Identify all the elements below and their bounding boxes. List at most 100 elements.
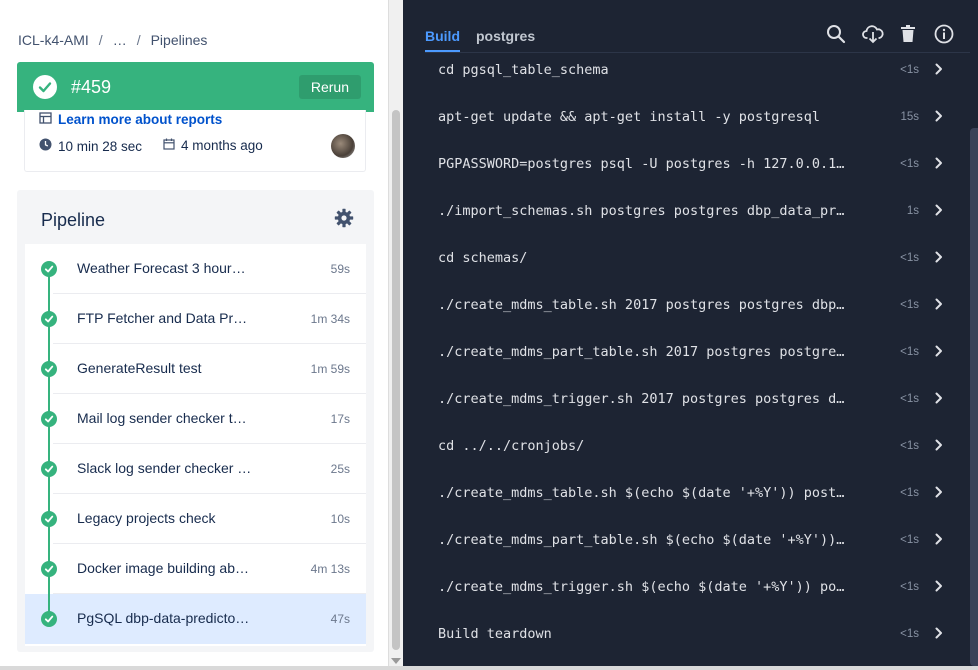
- chevron-right-icon[interactable]: [935, 391, 943, 409]
- pipeline-step[interactable]: GenerateResult test 1m 59s: [25, 344, 366, 394]
- log-step-row[interactable]: cd pgsql_table_schema <1s: [403, 62, 963, 109]
- log-step-row[interactable]: ./create_mdms_part_table.sh $(echo $(dat…: [403, 532, 963, 579]
- chevron-right-icon[interactable]: [935, 62, 943, 80]
- log-step-row[interactable]: ./create_mdms_table.sh $(echo $(date '+%…: [403, 485, 963, 532]
- log-step-row[interactable]: ./create_mdms_trigger.sh $(echo $(date '…: [403, 579, 963, 626]
- log-duration: <1s: [900, 158, 919, 170]
- log-command: ./create_mdms_table.sh 2017 postgres pos…: [438, 297, 845, 313]
- report-icon: [39, 112, 52, 127]
- sidebar-scrollbar[interactable]: [388, 0, 403, 666]
- pipeline-step[interactable]: Legacy projects check 10s: [25, 494, 366, 544]
- log-duration: <1s: [900, 393, 919, 405]
- chevron-right-icon[interactable]: [935, 156, 943, 174]
- pipeline-step[interactable]: Mail log sender checker t… 17s: [25, 394, 366, 444]
- step-name: Docker image building ab…: [77, 560, 249, 576]
- pipeline-card: Pipeline Weather Forecast 3 hour… 59s FTP …: [17, 190, 374, 652]
- breadcrumb-repo[interactable]: ICL-k4-AMI: [18, 32, 89, 48]
- pipeline-step[interactable]: Weather Forecast 3 hour… 59s: [25, 244, 366, 294]
- chevron-right-icon[interactable]: [935, 203, 943, 221]
- chevron-right-icon[interactable]: [935, 485, 943, 503]
- info-icon[interactable]: [934, 24, 954, 44]
- build-duration: 10 min 28 sec: [39, 138, 142, 154]
- log-duration: <1s: [900, 581, 919, 593]
- step-name: Weather Forecast 3 hour…: [77, 260, 246, 276]
- download-icon[interactable]: [862, 24, 884, 44]
- log-step-row[interactable]: PGPASSWORD=postgres psql -U postgres -h …: [403, 156, 963, 203]
- chevron-right-icon[interactable]: [935, 109, 943, 127]
- log-duration: <1s: [900, 628, 919, 640]
- log-duration: 15s: [900, 111, 919, 123]
- chevron-right-icon[interactable]: [935, 438, 943, 456]
- step-duration: 59s: [330, 262, 350, 276]
- log-step-row[interactable]: cd schemas/ <1s: [403, 250, 963, 297]
- log-duration: <1s: [900, 534, 919, 546]
- breadcrumb-pipelines[interactable]: Pipelines: [151, 32, 208, 48]
- log-duration: <1s: [900, 487, 919, 499]
- pipeline-step-list: Weather Forecast 3 hour… 59s FTP Fetcher a…: [25, 244, 366, 646]
- step-success-icon: [41, 261, 57, 277]
- log-toolbar: [826, 24, 954, 44]
- chevron-right-icon[interactable]: [935, 250, 943, 268]
- step-success-icon: [41, 611, 57, 627]
- rerun-button[interactable]: Rerun: [298, 75, 361, 99]
- build-status-banner: #459 Rerun: [17, 62, 374, 112]
- pipeline-step[interactable]: Docker image building ab… 4m 13s: [25, 544, 366, 594]
- log-step-row[interactable]: Build teardown <1s: [403, 626, 963, 666]
- chevron-right-icon[interactable]: [935, 297, 943, 315]
- step-duration: 1m 34s: [310, 312, 350, 326]
- step-name: Mail log sender checker t…: [77, 410, 247, 426]
- step-name: Slack log sender checker …: [77, 460, 252, 476]
- step-success-icon: [41, 461, 57, 477]
- tab-postgres[interactable]: postgres: [476, 28, 535, 52]
- log-command: ./create_mdms_part_table.sh $(echo $(dat…: [438, 532, 845, 548]
- tab-build[interactable]: Build: [425, 28, 460, 52]
- duration-label: 10 min 28 sec: [58, 138, 143, 154]
- search-icon[interactable]: [826, 24, 846, 44]
- pipeline-sidebar: ICL-k4-AMI / … / Pipelines #459 Rerun Le…: [0, 0, 388, 666]
- log-command: cd ../../cronjobs/: [438, 438, 585, 454]
- avatar[interactable]: [331, 134, 355, 158]
- log-step-row[interactable]: apt-get update && apt-get install -y pos…: [403, 109, 963, 156]
- step-success-icon: [41, 361, 57, 377]
- pipeline-step[interactable]: FTP Fetcher and Data Pr… 1m 34s: [25, 294, 366, 344]
- chevron-right-icon[interactable]: [935, 579, 943, 597]
- build-time-ago: 4 months ago: [163, 138, 263, 153]
- log-tabs: Build postgres: [425, 28, 535, 52]
- build-info-card: Learn more about reports 10 min 28 sec 4…: [24, 110, 366, 172]
- gear-icon[interactable]: [334, 208, 354, 233]
- breadcrumb: ICL-k4-AMI / … / Pipelines: [18, 32, 207, 48]
- learn-more-reports-link[interactable]: Learn more about reports: [39, 112, 222, 127]
- taskbar-strip: [0, 666, 978, 670]
- log-panel: Build postgres cd pgsql_table_schema <1s a…: [403, 0, 978, 666]
- pipeline-step[interactable]: PgSQL dbp-data-predicto… 47s: [25, 594, 366, 644]
- step-duration: 4m 13s: [310, 562, 350, 576]
- step-name: FTP Fetcher and Data Pr…: [77, 310, 248, 326]
- scroll-down-arrow-icon[interactable]: [391, 658, 401, 664]
- log-step-row[interactable]: ./create_mdms_trigger.sh 2017 postgres p…: [403, 391, 963, 438]
- step-success-icon: [41, 561, 57, 577]
- chevron-right-icon[interactable]: [935, 532, 943, 550]
- log-scrollbar[interactable]: [970, 128, 978, 666]
- pipeline-step[interactable]: Slack log sender checker … 25s: [25, 444, 366, 494]
- log-step-row[interactable]: ./create_mdms_part_table.sh 2017 postgre…: [403, 344, 963, 391]
- learn-more-label: Learn more about reports: [58, 112, 223, 127]
- trash-icon[interactable]: [898, 24, 918, 44]
- success-check-icon: [33, 75, 57, 99]
- log-step-row[interactable]: ./create_mdms_table.sh 2017 postgres pos…: [403, 297, 963, 344]
- chevron-right-icon[interactable]: [935, 344, 943, 362]
- chevron-right-icon[interactable]: [935, 626, 943, 644]
- log-step-row[interactable]: cd ../../cronjobs/ <1s: [403, 438, 963, 485]
- step-success-icon: [41, 511, 57, 527]
- log-command: cd pgsql_table_schema: [438, 62, 609, 78]
- breadcrumb-ellipsis[interactable]: …: [113, 32, 127, 48]
- log-step-row[interactable]: ./import_schemas.sh postgres postgres db…: [403, 203, 963, 250]
- log-duration: <1s: [900, 252, 919, 264]
- step-duration: 17s: [330, 412, 350, 426]
- log-duration: <1s: [900, 299, 919, 311]
- log-command: ./create_mdms_part_table.sh 2017 postgre…: [438, 344, 845, 360]
- log-command: ./create_mdms_table.sh $(echo $(date '+%…: [438, 485, 845, 501]
- step-duration: 10s: [330, 512, 350, 526]
- tab-divider: [425, 52, 970, 53]
- scrollbar-thumb[interactable]: [392, 110, 400, 650]
- log-command: ./create_mdms_trigger.sh $(echo $(date '…: [438, 579, 845, 595]
